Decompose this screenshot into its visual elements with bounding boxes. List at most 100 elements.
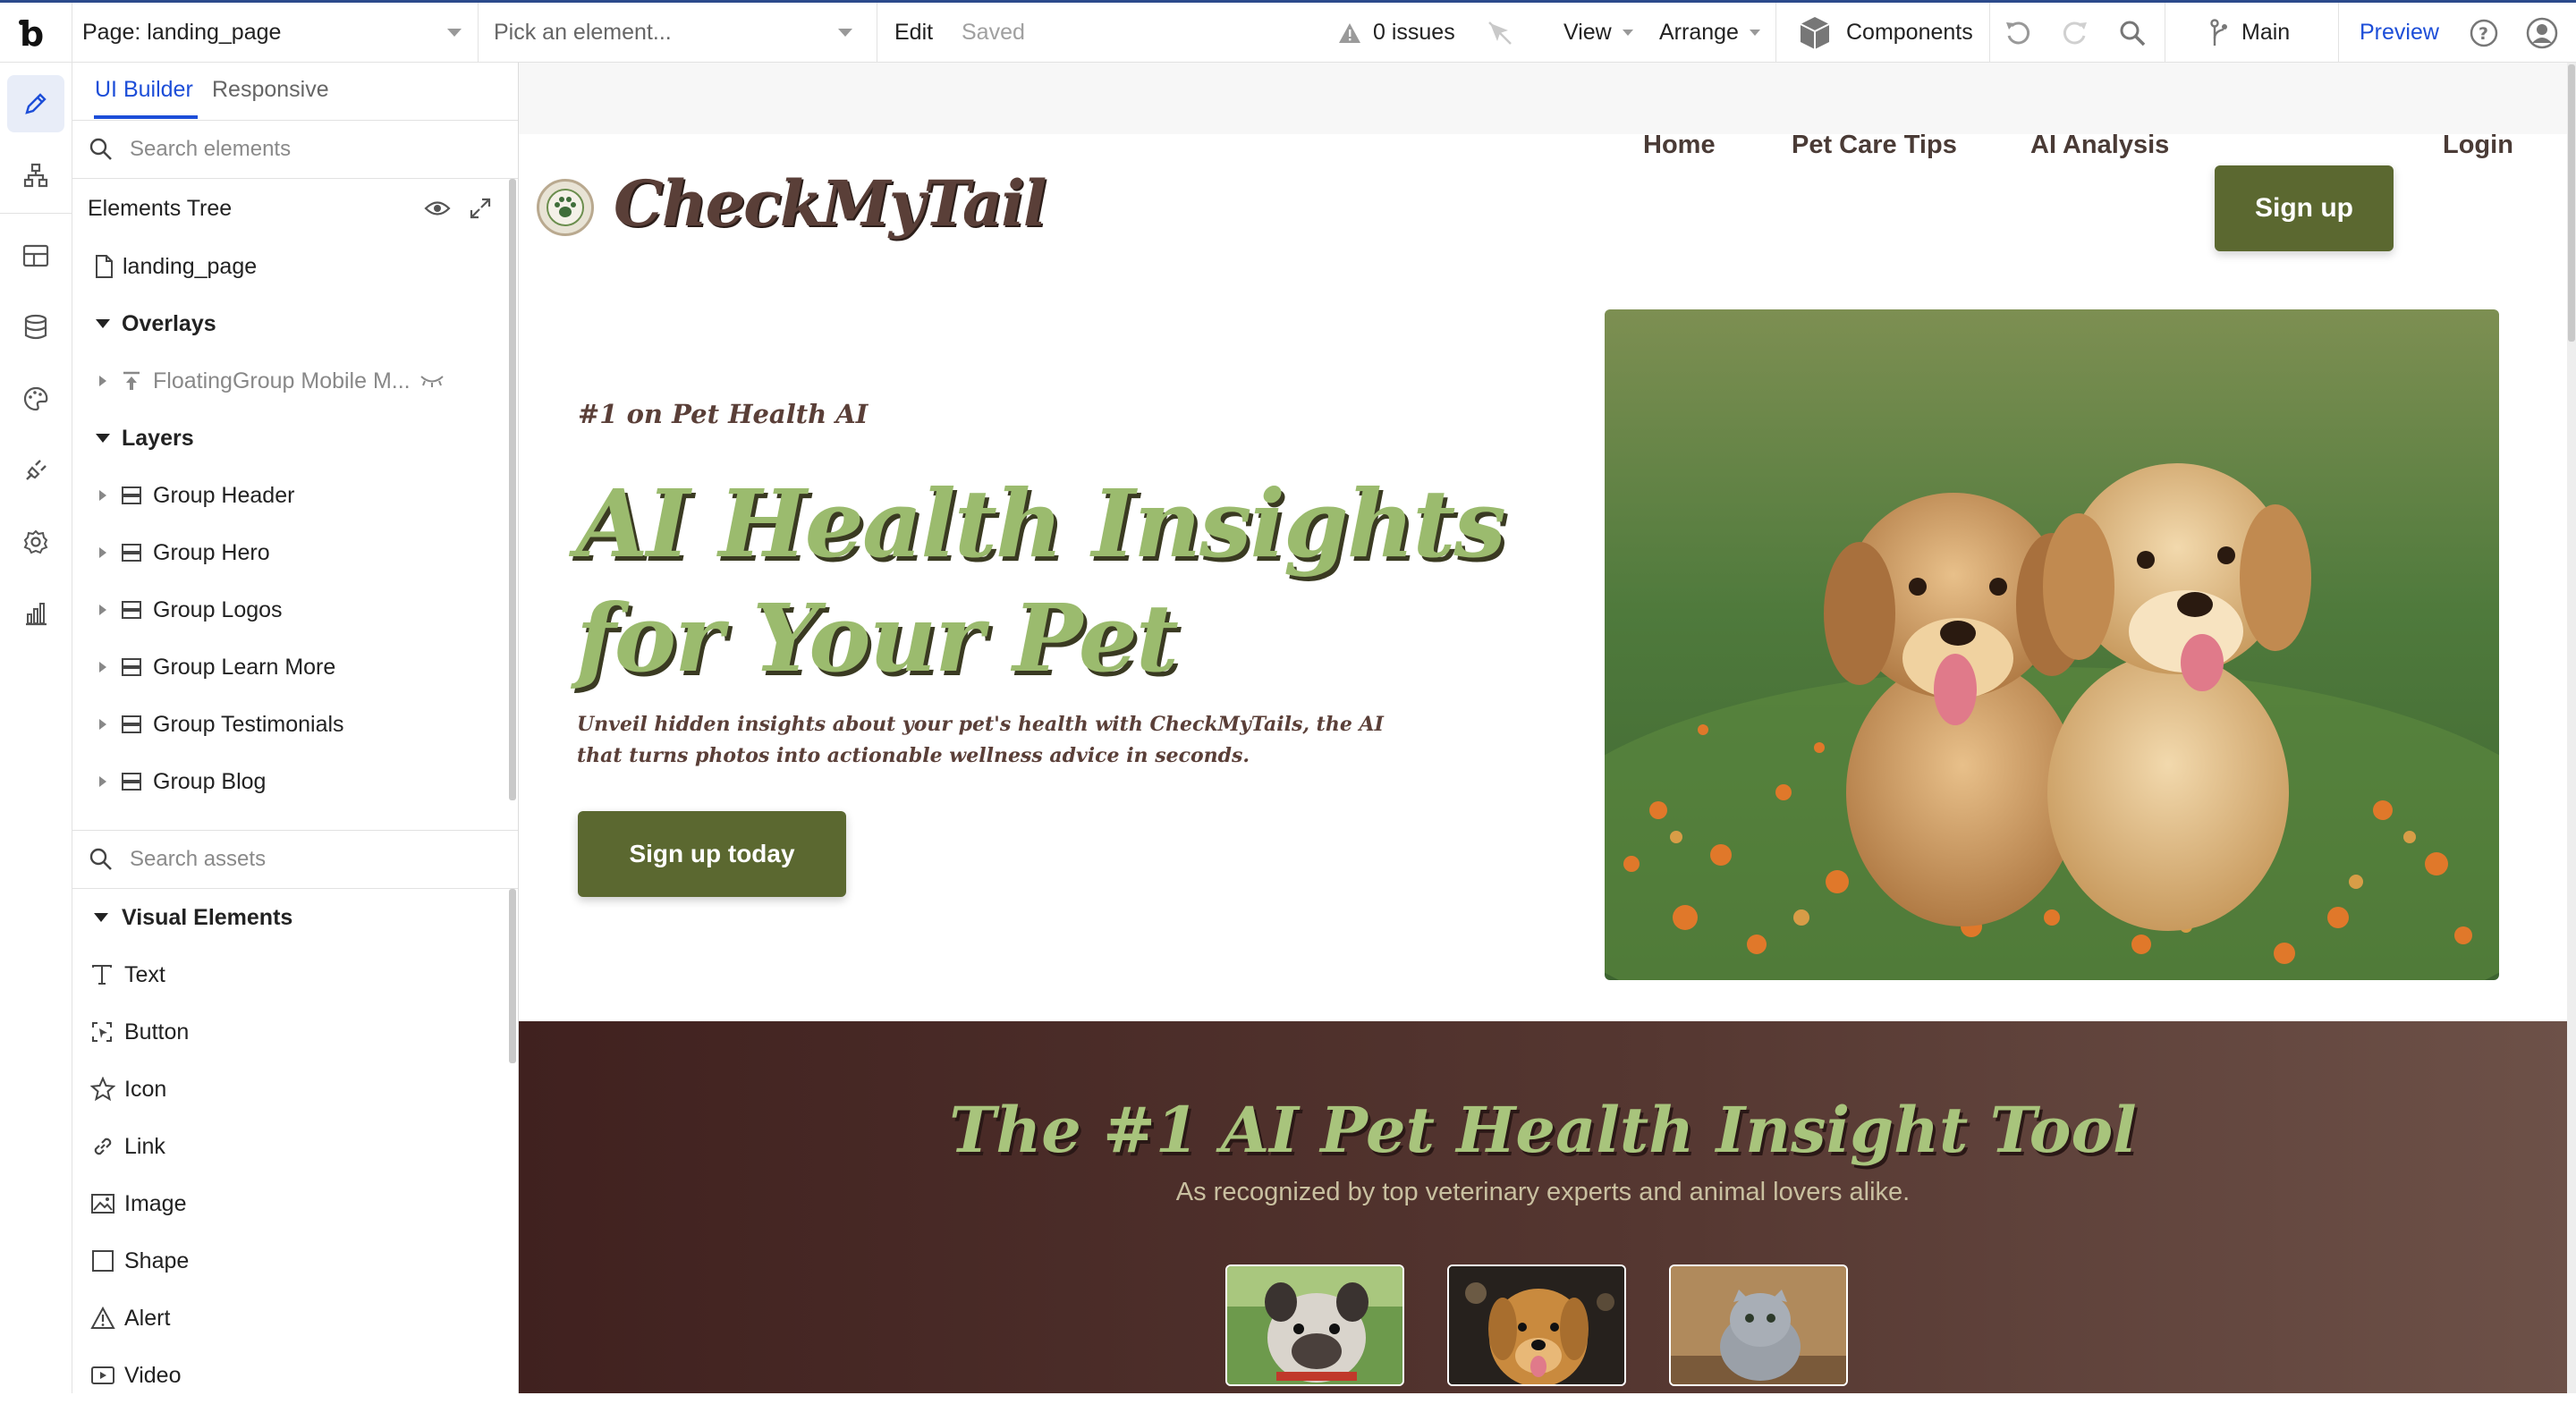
arrange-label: Arrange: [1659, 20, 1739, 45]
panel-tabs: UI Builder Responsive: [72, 63, 518, 121]
chevron-down-icon: [1749, 30, 1760, 36]
issues-label: 0 issues: [1373, 20, 1455, 45]
nav-ai-analysis[interactable]: AI Analysis: [2030, 131, 2169, 160]
palette-item-icon[interactable]: Icon: [72, 1061, 502, 1118]
tree-scrollbar[interactable]: [509, 179, 516, 800]
tree-item-group-header-label: Group Header: [153, 482, 295, 508]
group-icon: [122, 601, 141, 619]
tree-item-group-blog[interactable]: Group Blog: [72, 753, 502, 810]
page-file-icon: [96, 255, 113, 278]
elements-tree-header: Elements Tree: [72, 180, 502, 237]
visual-elements-section[interactable]: Visual Elements: [72, 889, 502, 946]
search-elements[interactable]: Search elements: [72, 121, 518, 179]
floating-group-icon: [123, 371, 140, 390]
tree-item-group-testimonials[interactable]: Group Testimonials: [72, 696, 502, 753]
palette-icon[interactable]: [7, 370, 64, 427]
search-icon[interactable]: [2118, 3, 2147, 63]
edit-label: Edit: [894, 20, 934, 45]
palette-item-button-label: Button: [124, 1019, 190, 1045]
tree-item-group-logos[interactable]: Group Logos: [72, 581, 502, 639]
database-icon[interactable]: [7, 299, 64, 356]
group-icon: [122, 658, 141, 676]
palette-item-alert[interactable]: Alert: [72, 1290, 502, 1347]
nav-signup-button[interactable]: Sign up: [2215, 165, 2394, 251]
nav-login[interactable]: Login: [2443, 131, 2513, 160]
image-icon: [91, 1194, 114, 1214]
hero-signup-button[interactable]: Sign up today: [578, 811, 846, 897]
paw-icon: [547, 189, 584, 226]
analytics-chart-icon[interactable]: [7, 585, 64, 642]
design-tab-pencil-icon[interactable]: [7, 75, 64, 132]
palette-item-shape-label: Shape: [124, 1248, 190, 1273]
hidden-eye-icon[interactable]: [419, 374, 445, 388]
element-picker[interactable]: Pick an element...: [494, 3, 860, 63]
search-icon: [89, 138, 112, 160]
recognition-title: The #1 AI Pet Health Insight Tool: [949, 1093, 2137, 1167]
tab-responsive-label: Responsive: [212, 77, 329, 102]
caret-right-icon: [99, 490, 106, 501]
group-icon: [122, 486, 141, 504]
shape-icon: [92, 1250, 114, 1272]
arrange-menu[interactable]: Arrange: [1659, 3, 1760, 63]
palette-item-image[interactable]: Image: [72, 1175, 502, 1232]
preview-button[interactable]: Preview: [2360, 3, 2439, 63]
branch-selector[interactable]: Main: [2209, 3, 2290, 63]
hero-puppies-image[interactable]: [1605, 309, 2499, 980]
tree-section-layers[interactable]: Layers: [72, 410, 502, 467]
palette-item-button[interactable]: Button: [72, 1003, 502, 1061]
redo-icon[interactable]: [2059, 3, 2089, 63]
hero-description: Unveil hidden insights about your pet's …: [577, 713, 1384, 767]
eye-icon[interactable]: [424, 199, 451, 218]
thumb-kitten-image[interactable]: [1669, 1264, 1848, 1386]
edit-menu[interactable]: Edit: [894, 3, 933, 63]
assets-scrollbar[interactable]: [509, 889, 516, 1063]
tree-item-group-hero[interactable]: Group Hero: [72, 524, 502, 581]
bubble-logo-icon[interactable]: b: [18, 3, 50, 63]
site-logo-text[interactable]: CheckMyTail: [614, 166, 1046, 241]
plugin-icon[interactable]: [7, 442, 64, 499]
account-icon[interactable]: [2526, 3, 2558, 63]
tab-ui-builder[interactable]: UI Builder: [95, 77, 193, 103]
page-selector[interactable]: Page: landing_page: [82, 3, 467, 63]
tab-responsive[interactable]: Responsive: [212, 77, 329, 103]
search-assets[interactable]: Search assets: [72, 831, 518, 889]
tree-section-overlays[interactable]: Overlays: [72, 295, 502, 352]
layout-icon[interactable]: [7, 227, 64, 284]
thumb-golden-dog-image[interactable]: [1447, 1264, 1626, 1386]
workflow-icon[interactable]: [7, 147, 64, 204]
preview-label: Preview: [2360, 20, 2439, 45]
hero-title-line-2: for Your Pet: [576, 583, 1179, 693]
chevron-down-icon: [1622, 30, 1633, 36]
thumb-bulldog-image[interactable]: [1225, 1264, 1404, 1386]
tree-item-group-learn-more[interactable]: Group Learn More: [72, 639, 502, 696]
help-icon[interactable]: ?: [2469, 3, 2499, 63]
palette-item-text[interactable]: Text: [72, 946, 502, 1003]
tree-item-group-header[interactable]: Group Header: [72, 467, 502, 524]
nav-home[interactable]: Home: [1643, 131, 1716, 160]
search-icon: [89, 848, 112, 870]
settings-gear-icon[interactable]: [7, 513, 64, 571]
caret-right-icon: [99, 605, 106, 615]
nav-pet-care-tips[interactable]: Pet Care Tips: [1792, 131, 1957, 160]
issues-indicator[interactable]: 0 issues: [1337, 3, 1455, 63]
view-menu[interactable]: View: [1563, 3, 1633, 63]
palette-item-link[interactable]: Link: [72, 1118, 502, 1175]
inspect-cursor-icon[interactable]: [1487, 3, 1513, 63]
tree-item-landing-page[interactable]: landing_page: [72, 238, 502, 295]
canvas-scrollbar-track[interactable]: [2567, 63, 2576, 1393]
tree-item-group-blog-label: Group Blog: [153, 768, 267, 794]
palette-item-video[interactable]: Video: [72, 1347, 502, 1404]
palette-item-text-label: Text: [124, 961, 165, 987]
components-button[interactable]: Components: [1798, 3, 1973, 63]
overlays-heading: Overlays: [122, 310, 216, 336]
search-assets-placeholder: Search assets: [130, 847, 267, 871]
canvas-scrollbar-thumb[interactable]: [2568, 64, 2575, 342]
hero-eyebrow: #1 on Pet Health AI: [578, 399, 869, 429]
alert-icon: [90, 1307, 115, 1329]
elements-tree-title: Elements Tree: [88, 195, 233, 221]
tree-item-floating-group[interactable]: FloatingGroup Mobile M...: [72, 352, 502, 410]
expand-icon[interactable]: [469, 197, 492, 220]
palette-item-shape[interactable]: Shape: [72, 1232, 502, 1290]
undo-icon[interactable]: [2004, 3, 2034, 63]
site-logo-badge[interactable]: [537, 179, 594, 236]
